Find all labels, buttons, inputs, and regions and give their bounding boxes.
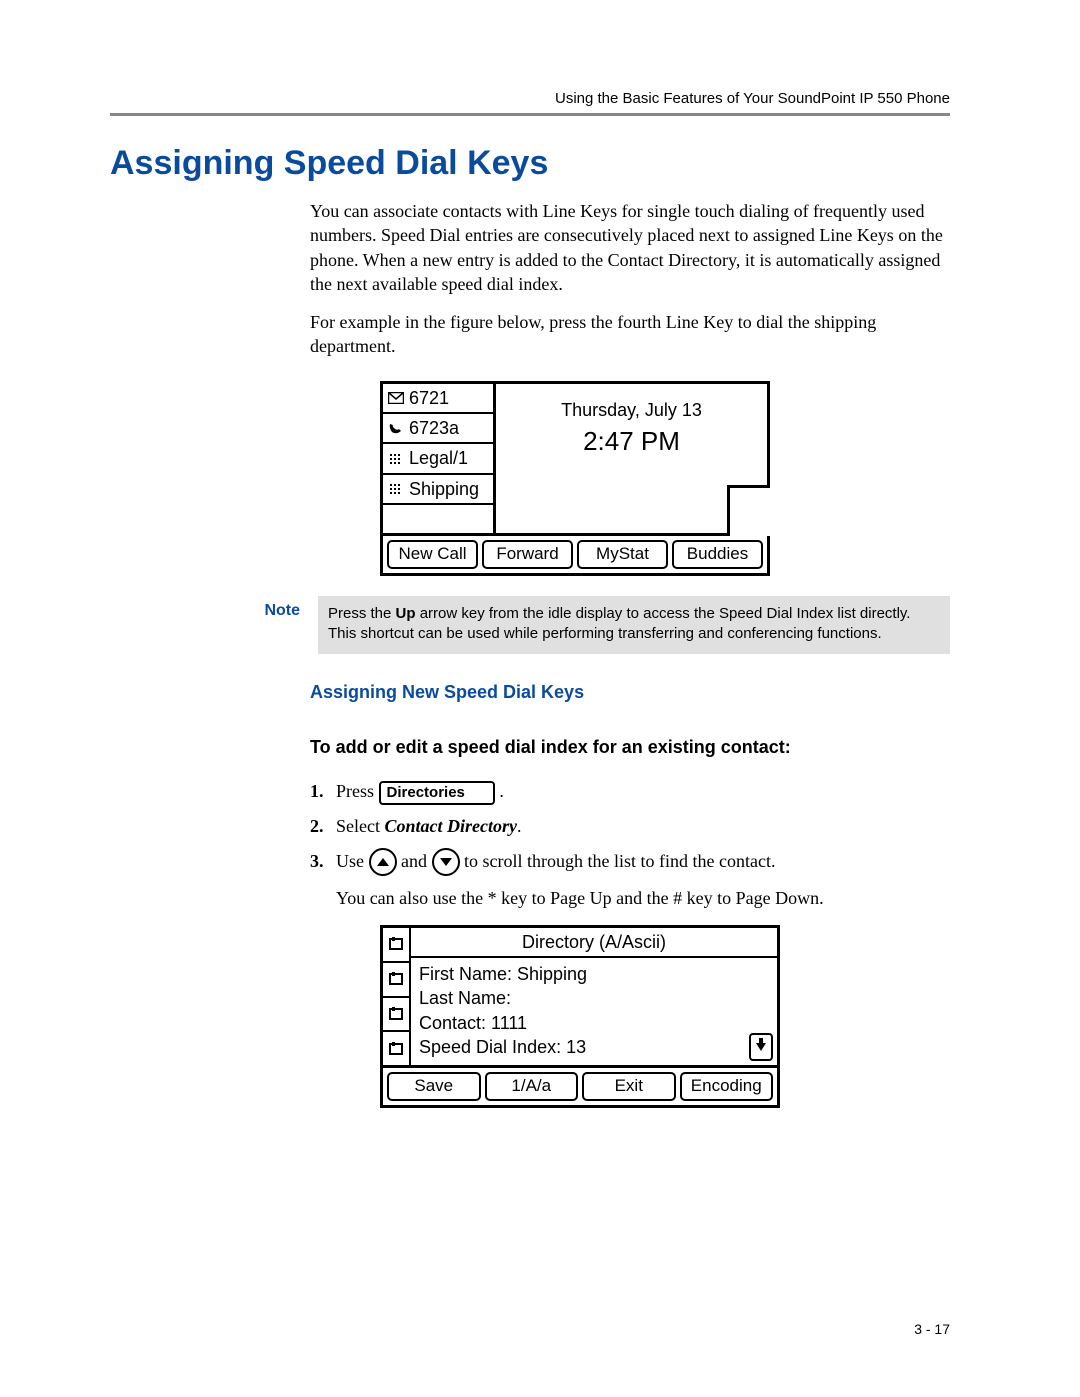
note-body: Press the Up arrow key from the idle dis…: [318, 596, 950, 655]
contact-icon: [383, 998, 409, 1033]
step-2-pre: Select: [336, 816, 384, 836]
header-rule: [110, 113, 950, 116]
screen-notch: [727, 485, 770, 536]
step-2: 2. Select Contact Directory.: [310, 812, 950, 841]
down-arrow-icon: [432, 848, 460, 876]
intro-para-1: You can associate contacts with Line Key…: [310, 199, 950, 296]
scroll-down-icon: [749, 1033, 773, 1061]
softkey-buddies: Buddies: [672, 540, 763, 569]
field-last-name: Last Name:: [419, 986, 769, 1010]
line-key-4-label: Shipping: [409, 477, 479, 501]
line-key-5-empty: [383, 505, 493, 533]
line-key-2-label: 6723a: [409, 416, 459, 440]
step-number: 3.: [310, 847, 336, 876]
phone-screen-directory: Directory (A/Ascii) First Name: Shipping…: [380, 925, 780, 1108]
line-key-1: 6721: [383, 384, 493, 414]
note-post: arrow key from the idle display to acces…: [328, 605, 910, 642]
line-key-3: Legal/1: [383, 444, 493, 474]
note-pre: Press the: [328, 605, 396, 622]
step-1-pre: Press: [336, 781, 379, 801]
step-3: 3. Use and to scroll through the list to…: [310, 847, 950, 877]
contact-icon: [383, 1032, 409, 1065]
contact-icon: [383, 963, 409, 998]
directory-side-icons: [383, 928, 411, 1065]
line-key-4: Shipping: [383, 475, 493, 505]
field-first-name: First Name: Shipping: [419, 962, 769, 986]
envelope-icon: [387, 391, 405, 405]
directories-button-icon: Directories: [379, 781, 495, 805]
document-page: Using the Basic Features of Your SoundPo…: [0, 0, 1080, 1397]
step-number: 1.: [310, 777, 336, 806]
idle-date: Thursday, July 13: [496, 398, 767, 422]
page-title: Assigning Speed Dial Keys: [110, 144, 950, 183]
intro-para-2: For example in the figure below, press t…: [310, 310, 950, 359]
line-key-1-label: 6721: [409, 386, 449, 410]
step-3-post: to scroll through the list to find the c…: [464, 851, 775, 871]
step-3-pre: Use: [336, 851, 369, 871]
steps-list: 1. Press Directories . 2. Select Contact…: [310, 777, 950, 876]
step-number: 2.: [310, 812, 336, 841]
softkey-forward: Forward: [482, 540, 573, 569]
section-subtitle: Assigning New Speed Dial Keys: [310, 680, 950, 704]
softkey-new-call: New Call: [387, 540, 478, 569]
softkey-save: Save: [387, 1072, 481, 1101]
step-3-note: You can also use the * key to Page Up an…: [336, 886, 950, 910]
softkey-mystat: MyStat: [577, 540, 668, 569]
step-1: 1. Press Directories .: [310, 777, 950, 806]
note-label: Note: [240, 596, 318, 620]
note-block: Note Press the Up arrow key from the idl…: [240, 596, 950, 655]
field-speed-dial-index: Speed Dial Index: 13: [419, 1035, 769, 1059]
page-number: 3 - 17: [914, 1321, 950, 1337]
softkey-encoding: Encoding: [680, 1072, 774, 1101]
field-contact: Contact: 1111: [419, 1011, 769, 1035]
speed-dial-icon: [387, 452, 405, 466]
softkey-exit: Exit: [582, 1072, 676, 1101]
step-2-em: Contact Directory: [384, 816, 517, 836]
softkeys: Save 1/A/a Exit Encoding: [383, 1065, 777, 1105]
directory-title: Directory (A/Ascii): [411, 928, 777, 956]
body: You can associate contacts with Line Key…: [310, 199, 950, 596]
phone-icon: [387, 421, 405, 435]
phone-screen-idle: 6721 6723a Legal/1: [380, 381, 770, 576]
contact-icon: [383, 928, 409, 963]
task-title: To add or edit a speed dial index for an…: [310, 735, 950, 759]
step-2-post: .: [517, 816, 522, 836]
note-bold: Up: [396, 605, 416, 622]
softkey-mode: 1/A/a: [485, 1072, 579, 1101]
idle-time: 2:47 PM: [496, 424, 767, 459]
step-1-post: .: [499, 781, 504, 801]
speed-dial-icon: [387, 482, 405, 496]
up-arrow-icon: [369, 848, 397, 876]
line-key-2: 6723a: [383, 414, 493, 444]
line-keys: 6721 6723a Legal/1: [383, 384, 496, 533]
softkeys: New Call Forward MyStat Buddies: [383, 533, 767, 573]
line-key-3-label: Legal/1: [409, 446, 468, 470]
step-3-mid: and: [401, 851, 432, 871]
running-header: Using the Basic Features of Your SoundPo…: [110, 90, 950, 107]
